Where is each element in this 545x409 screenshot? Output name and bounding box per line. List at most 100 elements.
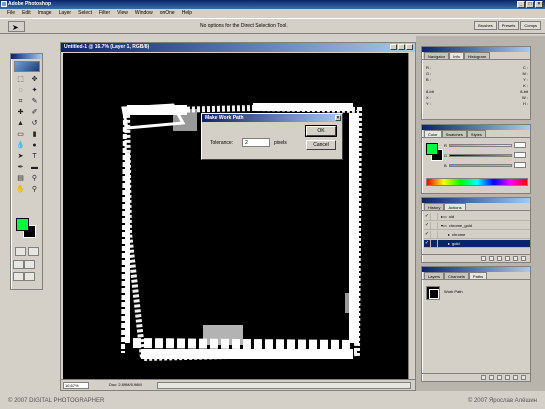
cancel-button[interactable]: Cancel bbox=[306, 140, 336, 150]
new-path-icon[interactable] bbox=[513, 375, 518, 380]
dodge-tool-icon[interactable]: ● bbox=[28, 141, 41, 151]
menu-filter[interactable]: Filter bbox=[99, 9, 110, 18]
horizontal-scrollbar[interactable] bbox=[157, 382, 411, 389]
slider-value[interactable] bbox=[514, 162, 526, 168]
make-work-path-icon[interactable] bbox=[505, 375, 510, 380]
image-canvas[interactable] bbox=[63, 53, 409, 379]
foreground-color-swatch[interactable] bbox=[16, 218, 29, 231]
palette-tab-comps[interactable]: Comps bbox=[520, 21, 541, 30]
healing-brush-tool-icon[interactable]: ✚ bbox=[14, 108, 27, 118]
type-tool-icon[interactable]: T bbox=[28, 152, 41, 162]
clone-stamp-tool-icon[interactable]: ▲ bbox=[14, 119, 27, 129]
menu-layer[interactable]: Layer bbox=[59, 9, 72, 18]
record-icon[interactable] bbox=[489, 256, 494, 261]
checkmark-icon[interactable]: ✓ bbox=[424, 240, 431, 247]
maximize-icon[interactable]: □ bbox=[526, 1, 534, 8]
dialog-close-icon[interactable]: × bbox=[335, 115, 341, 121]
standard-mode-button[interactable] bbox=[15, 247, 26, 256]
screen-mode-full-button[interactable] bbox=[13, 272, 24, 281]
minimize-icon[interactable]: _ bbox=[517, 1, 525, 8]
tab-info[interactable]: Info bbox=[449, 52, 464, 59]
zoom-tool-icon[interactable]: ⚲ bbox=[28, 185, 41, 195]
zoom-level-field[interactable]: 16.67% bbox=[63, 382, 89, 389]
tool-preset-picker[interactable]: ➤ bbox=[8, 21, 25, 32]
eraser-tool-icon[interactable]: ▭ bbox=[14, 130, 27, 140]
lasso-tool-icon[interactable]: ◌ bbox=[14, 86, 27, 96]
tab-actions[interactable]: Actions bbox=[444, 203, 466, 210]
blur-tool-icon[interactable]: 💧 bbox=[14, 141, 27, 151]
action-set-row[interactable]: ✓ ▾▭ chrome_gold bbox=[424, 222, 530, 230]
vertical-scrollbar[interactable] bbox=[408, 53, 415, 379]
stop-icon[interactable] bbox=[481, 256, 486, 261]
slider-track[interactable] bbox=[448, 143, 512, 147]
slider-blue[interactable]: B bbox=[444, 161, 526, 169]
tab-histogram[interactable]: Histogram bbox=[463, 52, 491, 59]
hand-tool-icon[interactable]: ✋ bbox=[14, 185, 27, 195]
tab-paths[interactable]: Paths bbox=[468, 272, 488, 279]
ok-button[interactable]: OK bbox=[305, 125, 337, 137]
new-action-icon[interactable] bbox=[513, 256, 518, 261]
crop-tool-icon[interactable]: ⌗ bbox=[14, 97, 27, 107]
expand-triangle-icon[interactable]: ▸ bbox=[438, 231, 450, 239]
move-tool-icon[interactable]: ✥ bbox=[28, 75, 41, 85]
tab-history[interactable]: History bbox=[424, 203, 445, 210]
slider-track[interactable] bbox=[449, 153, 512, 157]
document-size-info[interactable]: Doc: 2.89M/5.96M bbox=[109, 382, 142, 387]
dialog-toggle-icon[interactable] bbox=[431, 240, 438, 247]
menu-onone[interactable]: onOne bbox=[160, 9, 175, 18]
pen-tool-icon[interactable]: ✒ bbox=[14, 163, 27, 173]
dialog-toggle-icon[interactable] bbox=[431, 231, 438, 238]
screen-mode-standard-button[interactable] bbox=[13, 260, 24, 269]
checkmark-icon[interactable]: ✓ bbox=[424, 213, 431, 220]
tab-styles[interactable]: Styles bbox=[466, 130, 486, 137]
slider-value[interactable] bbox=[514, 142, 526, 148]
gradient-tool-icon[interactable]: ▮ bbox=[28, 130, 41, 140]
play-icon[interactable] bbox=[497, 256, 502, 261]
menu-file[interactable]: File bbox=[7, 9, 15, 18]
eyedropper-tool-icon[interactable]: ⚲ bbox=[28, 174, 41, 184]
action-row-selected[interactable]: ✓ ▸ gold bbox=[424, 240, 530, 248]
direct-selection-tool-icon[interactable]: ➤ bbox=[14, 152, 27, 162]
doc-maximize-icon[interactable] bbox=[398, 44, 405, 50]
action-row[interactable]: ✓ ▸ chrome bbox=[424, 231, 530, 239]
palette-tab-brushes[interactable]: Brushes bbox=[474, 21, 497, 30]
slider-track[interactable] bbox=[448, 163, 512, 167]
doc-close-icon[interactable] bbox=[406, 44, 413, 50]
tolerance-input[interactable] bbox=[242, 138, 270, 147]
new-set-icon[interactable] bbox=[505, 256, 510, 261]
color-fg-swatch[interactable] bbox=[426, 143, 438, 155]
path-name[interactable]: Work Path bbox=[444, 289, 463, 294]
palette-tab-presets[interactable]: Presets bbox=[497, 21, 520, 30]
close-icon[interactable]: × bbox=[535, 1, 543, 8]
path-thumbnail[interactable] bbox=[426, 286, 440, 300]
menu-select[interactable]: Select bbox=[78, 9, 92, 18]
menu-help[interactable]: Help bbox=[182, 9, 192, 18]
menu-view[interactable]: View bbox=[117, 9, 128, 18]
stroke-path-icon[interactable] bbox=[489, 375, 494, 380]
marquee-tool-icon[interactable]: ⬚ bbox=[14, 75, 27, 85]
expand-triangle-icon[interactable]: ▸ bbox=[438, 240, 450, 248]
tab-color[interactable]: Color bbox=[424, 130, 442, 137]
tab-channels[interactable]: Channels bbox=[444, 272, 469, 279]
slider-red[interactable]: R bbox=[444, 141, 526, 149]
slider-value[interactable] bbox=[514, 152, 526, 158]
doc-minimize-icon[interactable] bbox=[390, 44, 397, 50]
tab-navigator[interactable]: Navigator bbox=[424, 52, 450, 59]
color-spectrum-bar[interactable] bbox=[426, 178, 528, 186]
tab-swatches[interactable]: Swatches bbox=[441, 130, 467, 137]
brush-tool-icon[interactable]: ✐ bbox=[28, 108, 41, 118]
fill-path-icon[interactable] bbox=[481, 375, 486, 380]
trash-icon[interactable] bbox=[521, 256, 526, 261]
magic-wand-tool-icon[interactable]: ✦ bbox=[28, 86, 41, 96]
checkmark-icon[interactable]: ✓ bbox=[424, 222, 431, 229]
load-selection-icon[interactable] bbox=[497, 375, 502, 380]
imageready-button[interactable] bbox=[24, 272, 35, 281]
shape-tool-icon[interactable]: ▬ bbox=[28, 163, 41, 173]
menu-image[interactable]: Image bbox=[38, 9, 52, 18]
slider-green[interactable]: G bbox=[444, 151, 526, 159]
action-set-row[interactable]: ✓ ▸▭ old bbox=[424, 213, 530, 221]
dialog-toggle-icon[interactable] bbox=[431, 213, 438, 220]
slice-tool-icon[interactable]: ✎ bbox=[28, 97, 41, 107]
tab-layers[interactable]: Layers bbox=[424, 272, 445, 279]
checkmark-icon[interactable]: ✓ bbox=[424, 231, 431, 238]
